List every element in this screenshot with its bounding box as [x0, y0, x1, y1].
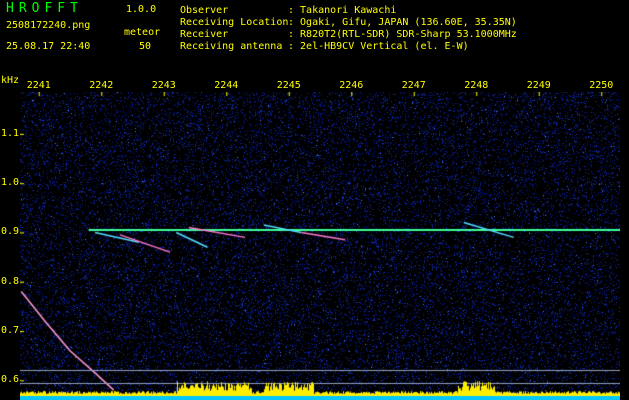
- x-tick-label: 2242: [89, 80, 114, 91]
- x-tick-label: 2245: [276, 80, 301, 91]
- x-tick-label: 2246: [339, 80, 364, 91]
- y-tick-label: 0.8: [1, 275, 20, 287]
- info-value-antenna: : 2el-HB9CV Vertical (el. E-W): [288, 41, 469, 52]
- spectrogram-plot[interactable]: [20, 92, 620, 400]
- y-tick-label: 0.6: [1, 374, 20, 386]
- datetime: 25.08.17 22:40: [6, 41, 91, 52]
- info-value-observer: : Takanori Kawachi: [288, 5, 397, 16]
- x-tick-label: 2244: [214, 80, 239, 91]
- info-value-location: : Ogaki, Gifu, JAPAN (136.60E, 35.35N): [288, 17, 517, 28]
- x-tick-label: 2250: [589, 80, 614, 91]
- x-tick-label: 2247: [401, 80, 426, 91]
- info-key-observer: Observer: [180, 5, 229, 16]
- app-version: 1.0.0: [126, 4, 157, 15]
- y-tick-label: 1.1: [1, 127, 20, 139]
- y-tick-label: 1.0: [1, 177, 20, 189]
- y-axis-unit: kHz: [1, 75, 20, 86]
- meteor-label: meteor: [124, 27, 161, 38]
- x-tick-label: 2248: [464, 80, 489, 91]
- file-name: 2508172240.png: [6, 20, 91, 31]
- meteor-count: 50: [139, 41, 152, 52]
- info-key-receiver: Receiver: [180, 29, 229, 40]
- header-panel: HROFFT 1.0.0 2508172240.png meteor 25.08…: [0, 0, 629, 74]
- app-name: HROFFT: [6, 1, 83, 16]
- info-value-receiver: : R820T2(RTL-SDR) SDR-Sharp 53.1000MHz: [288, 29, 517, 40]
- y-tick-label: 0.7: [1, 325, 20, 336]
- y-tick-label: 0.9: [1, 226, 20, 238]
- x-tick-label: 2249: [526, 80, 551, 91]
- x-tick-label: 2241: [26, 80, 51, 91]
- info-key-location: Receiving Location: [180, 17, 289, 28]
- info-key-antenna: Receiving antenna: [180, 41, 283, 52]
- x-tick-label: 2243: [151, 80, 176, 91]
